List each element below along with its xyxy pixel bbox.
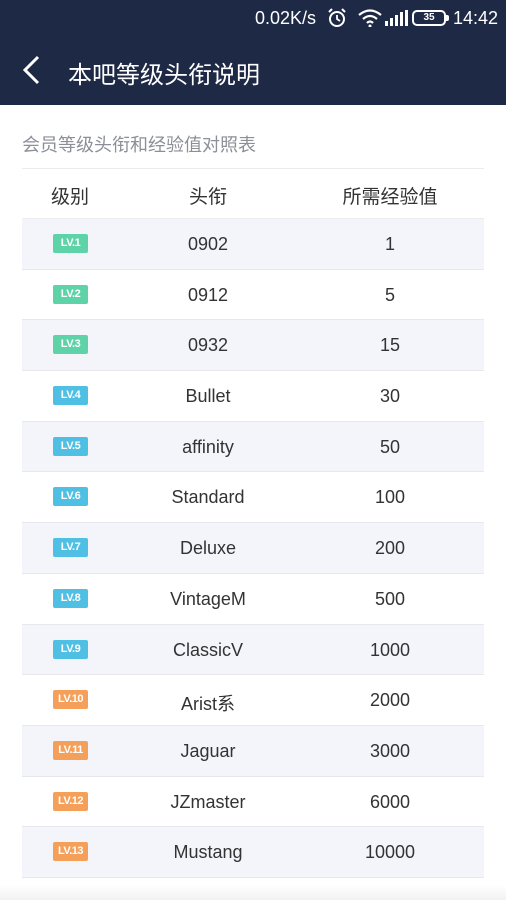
level-badge: LV.9 — [53, 639, 88, 659]
title-cell: VintageM — [170, 588, 246, 609]
exp-cell: 3000 — [369, 740, 411, 761]
title-cell: ClassicV — [172, 639, 244, 660]
title-cell: 0912 — [187, 284, 229, 305]
level-badge: LV.7 — [53, 538, 88, 558]
exp-cell: 2000 — [369, 690, 411, 711]
level-table: 级别 头衔 所需经验值 LV.1 0902 1 LV.2 0912 5 LV.3 0932 15… — [22, 169, 484, 878]
table-row: LV.2 0912 5 — [22, 270, 484, 321]
level-badge: LV.11 — [53, 740, 88, 760]
header-level: 级别 — [50, 187, 90, 208]
page-title: 本吧等级头衔说明 — [68, 62, 260, 89]
level-badge: LV.5 — [53, 436, 88, 456]
level-badge: LV.12 — [53, 791, 88, 811]
title-cell: JZmaster — [170, 791, 246, 812]
table-row: LV.5 affinity 50 — [22, 421, 484, 473]
title-cell: affinity — [182, 436, 234, 457]
title-cell: Arist系 — [181, 694, 235, 715]
exp-cell: 1000 — [369, 639, 411, 660]
exp-cell: 5 — [384, 284, 396, 305]
exp-cell: 100 — [374, 487, 406, 508]
exp-cell: 1 — [384, 234, 396, 254]
title-cell: Jaguar — [180, 740, 236, 761]
title-cell: Standard — [171, 487, 245, 508]
status-bar: 0.02K/s 35 14:42 — [0, 0, 506, 35]
level-badge: LV.6 — [53, 487, 88, 507]
title-cell: Bullet — [185, 386, 231, 407]
table-row: LV.8 VintageM 500 — [22, 574, 484, 625]
clock: 14:42 — [452, 8, 498, 28]
level-badge: LV.13 — [53, 842, 88, 862]
exp-cell: 500 — [374, 588, 406, 609]
table-row: LV.13 Mustang 10000 — [22, 827, 484, 878]
table-row: LV.4 Bullet 30 — [22, 371, 484, 422]
table-row: LV.12 JZmaster 6000 — [22, 777, 484, 828]
header-title: 头衔 — [188, 187, 228, 208]
table-row: LV.1 0902 1 — [22, 219, 484, 270]
battery-icon: 35 — [412, 10, 449, 26]
title-cell: 0902 — [187, 234, 229, 254]
level-badge: LV.4 — [53, 386, 88, 406]
header-bar: 本吧等级头衔说明 — [0, 35, 506, 105]
table-row: LV.9 ClassicV 1000 — [22, 624, 484, 676]
exp-cell: 10000 — [364, 842, 416, 863]
exp-cell: 200 — [374, 538, 406, 559]
level-badge: LV.10 — [53, 690, 88, 710]
level-badge: LV.2 — [53, 284, 88, 304]
table-row: LV.3 0932 15 — [22, 320, 484, 372]
scroll-fade — [0, 885, 506, 900]
level-badge: LV.1 — [53, 234, 88, 253]
table-row: LV.7 Deluxe 200 — [22, 523, 484, 574]
wifi-icon — [358, 9, 382, 27]
table-row: LV.11 Jaguar 3000 — [22, 725, 484, 777]
title-cell: Deluxe — [179, 538, 237, 559]
exp-cell: 30 — [379, 386, 401, 407]
back-arrow-icon[interactable] — [20, 55, 44, 85]
title-cell: Mustang — [173, 842, 243, 863]
exp-cell: 15 — [379, 335, 401, 356]
table-row: LV.10 Arist系 2000 — [22, 675, 484, 726]
header-exp: 所需经验值 — [342, 187, 438, 208]
level-badge: LV.3 — [53, 335, 88, 355]
exp-cell: 6000 — [369, 791, 411, 812]
table-row: LV.6 Standard 100 — [22, 472, 484, 524]
signal-icon — [385, 10, 408, 26]
level-badge: LV.8 — [53, 588, 88, 608]
exp-cell: 50 — [379, 436, 401, 457]
title-cell: 0932 — [187, 335, 229, 356]
alarm-icon — [328, 8, 346, 27]
table-header: 级别 头衔 所需经验值 — [22, 169, 484, 219]
table-caption: 会员等级头衔和经验值对照表 — [22, 135, 256, 155]
network-speed: 0.02K/s — [254, 8, 316, 28]
